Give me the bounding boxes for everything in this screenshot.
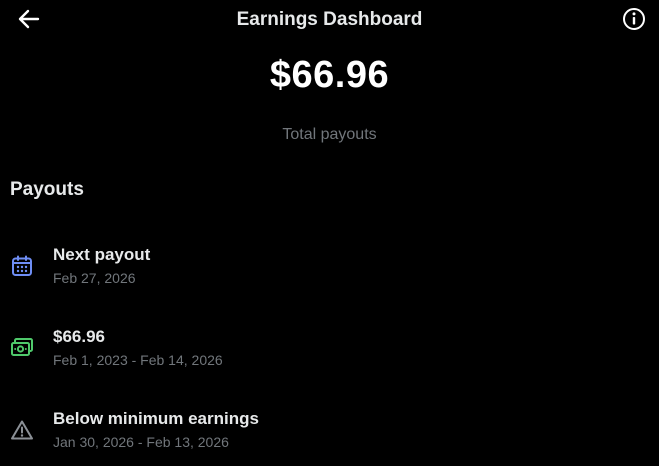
payout-row-below-minimum[interactable]: Below minimum earnings Jan 30, 2026 - Fe…: [0, 406, 659, 466]
total-payouts-label: Total payouts: [282, 126, 377, 143]
payout-row-next-payout[interactable]: Next payout Feb 27, 2026: [0, 242, 659, 302]
payout-row-amount[interactable]: $66.96 Feb 1, 2023 - Feb 14, 2026: [0, 324, 659, 384]
payout-row-title: Next payout: [53, 245, 151, 264]
warning-triangle-icon: [10, 418, 34, 442]
money-icon: [10, 336, 34, 360]
header-bar: Earnings Dashboard: [0, 0, 659, 42]
calendar-icon: [10, 254, 34, 278]
payout-row-title: Below minimum earnings: [53, 409, 259, 428]
payout-row-date: Feb 27, 2026: [53, 270, 136, 286]
info-button[interactable]: [619, 6, 649, 36]
payout-row-date: Jan 30, 2026 - Feb 13, 2026: [53, 434, 229, 450]
page-title: Earnings Dashboard: [236, 9, 423, 30]
info-circle-icon: [622, 7, 646, 36]
payouts-section-title: Payouts: [10, 179, 84, 200]
total-payouts-amount: $66.96: [269, 54, 390, 96]
payout-row-date: Feb 1, 2023 - Feb 14, 2026: [53, 352, 223, 368]
payout-row-title: $66.96: [53, 327, 105, 346]
